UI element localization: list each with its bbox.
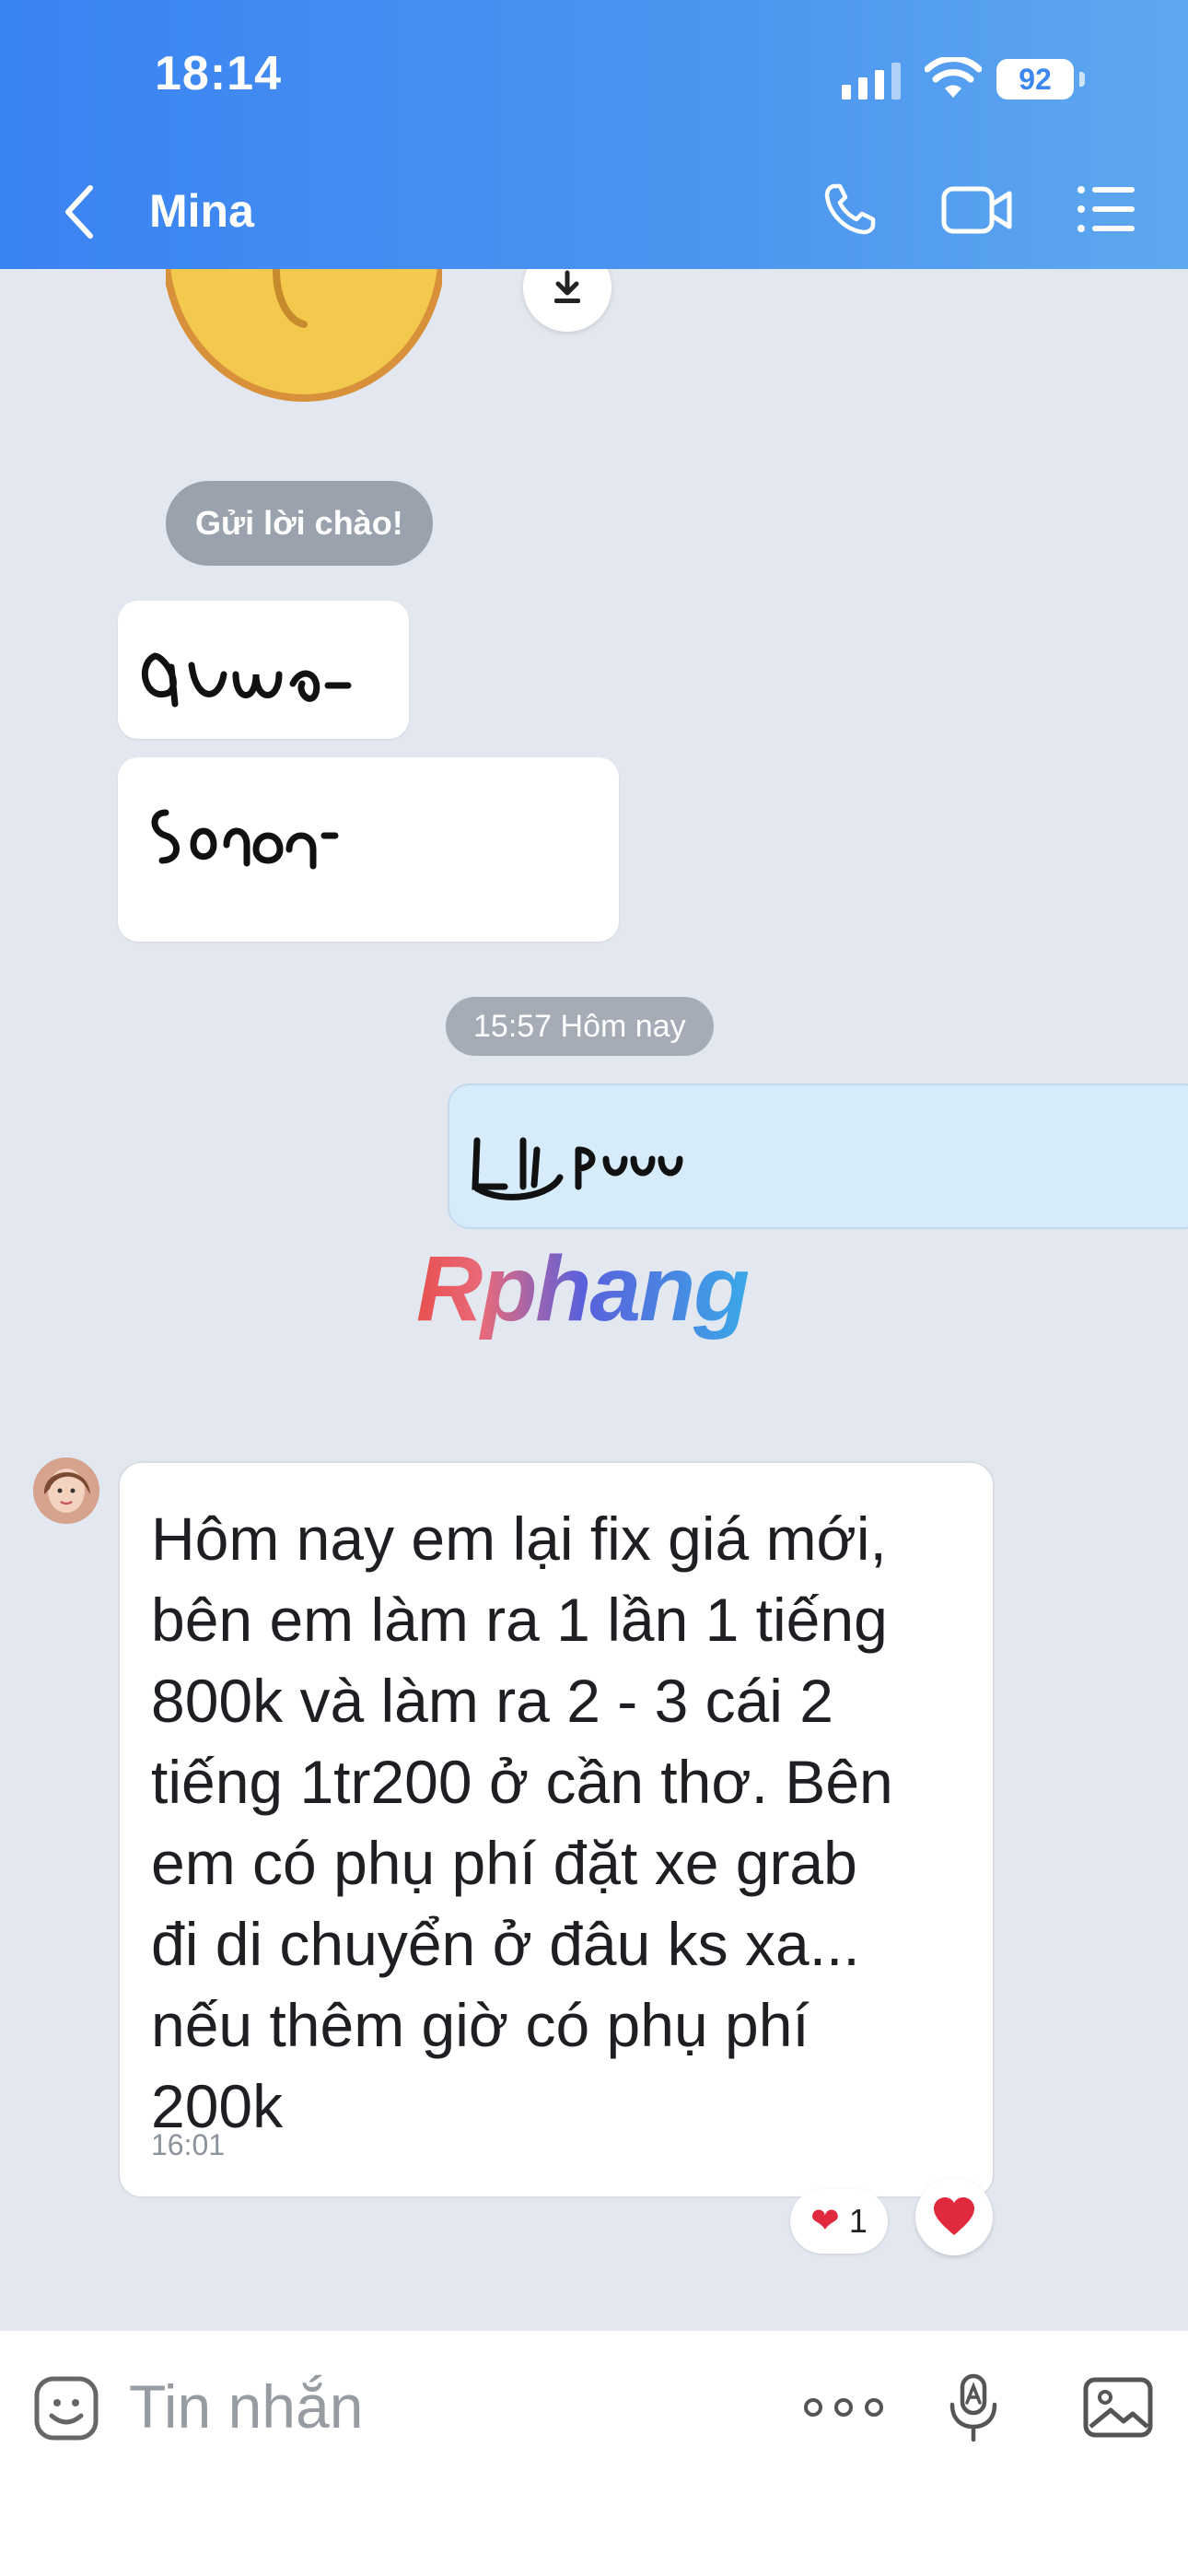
heart-icon — [934, 2197, 974, 2235]
back-icon[interactable] — [61, 184, 98, 240]
redacted-scribble — [472, 1137, 683, 1200]
chat-area[interactable]: Gửi lời chào! 15:57 Hôm nay Rphang Hôm n… — [0, 269, 1188, 2331]
download-button[interactable] — [523, 269, 611, 332]
video-call-icon[interactable] — [941, 184, 1013, 236]
sticker-icon[interactable] — [33, 2375, 99, 2441]
time-separator: 15:57 Hôm nay — [446, 997, 714, 1056]
menu-icon[interactable] — [1076, 184, 1135, 234]
status-time: 18:14 — [155, 47, 282, 100]
reaction-summary[interactable]: ❤ 1 — [790, 2189, 888, 2254]
chat-header: 18:14 92 Mina — [0, 0, 1188, 269]
battery-level: 92 — [996, 59, 1074, 100]
redacted-message[interactable] — [118, 601, 409, 739]
phone-icon[interactable] — [821, 181, 879, 238]
battery-tip — [1079, 72, 1085, 87]
avatar-image — [33, 1458, 99, 1524]
received-message[interactable]: Hôm nay em lại fix giá mới, bên em làm r… — [118, 1461, 995, 2198]
redacted-scribble — [151, 809, 339, 870]
message-input[interactable]: Tin nhắn — [129, 2370, 645, 2443]
reaction-count: 1 — [848, 2202, 868, 2240]
heart-icon: ❤ — [810, 2202, 840, 2241]
redacted-message[interactable] — [118, 757, 619, 942]
message-input-bar: Tin nhắn — [0, 2331, 1188, 2576]
redacted-scribble — [141, 652, 352, 708]
watermark: Rphang — [416, 1237, 750, 1341]
download-icon — [554, 270, 580, 303]
signal-icon — [842, 63, 901, 100]
avatar[interactable] — [33, 1458, 99, 1524]
wifi-icon — [925, 57, 982, 98]
battery-icon: 92 — [996, 59, 1085, 100]
image-icon[interactable] — [1083, 2377, 1153, 2438]
emoji-sticker[interactable] — [166, 269, 442, 407]
contact-name[interactable]: Mina — [149, 184, 254, 238]
microphone-icon[interactable] — [947, 2373, 1000, 2443]
react-button[interactable] — [915, 2178, 993, 2255]
more-icon[interactable] — [803, 2397, 884, 2418]
greet-chip[interactable]: Gửi lời chào! — [166, 481, 433, 566]
sent-message-redacted[interactable] — [448, 1083, 1188, 1229]
message-text: Hôm nay em lại fix giá mới, bên em làm r… — [151, 1505, 893, 2140]
message-time: 16:01 — [151, 2128, 226, 2161]
